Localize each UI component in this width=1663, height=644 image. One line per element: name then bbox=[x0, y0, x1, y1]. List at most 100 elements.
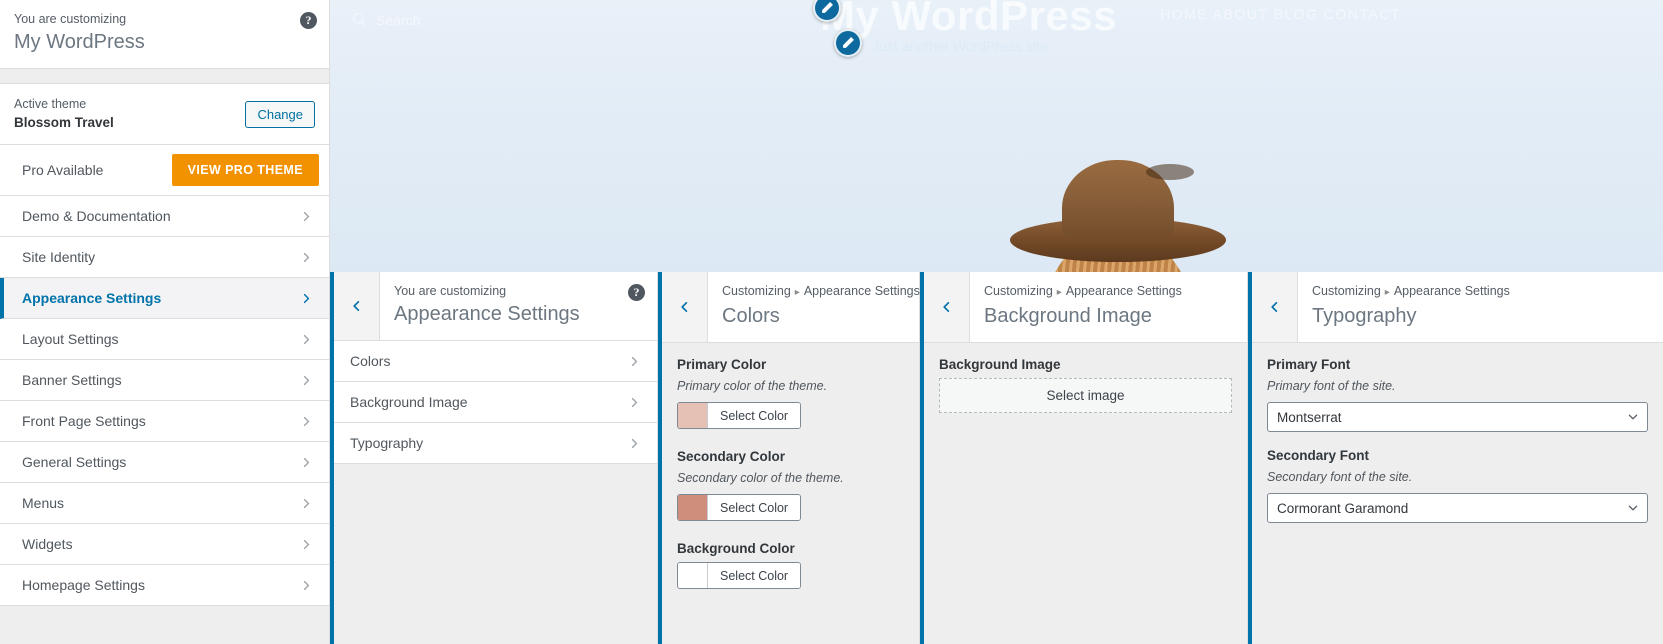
breadcrumb-separator-icon: ▸ bbox=[1384, 287, 1390, 298]
help-icon[interactable]: ? bbox=[300, 12, 317, 29]
background-image-control: Background Image Select image bbox=[939, 355, 1232, 413]
sidebar-item-label: Layout Settings bbox=[22, 331, 119, 347]
color-swatch bbox=[678, 403, 708, 428]
chevron-left-icon bbox=[942, 301, 949, 313]
font-control-secondary-font: Secondary Font Secondary font of the site… bbox=[1267, 446, 1648, 523]
color-control-description: Primary color of the theme. bbox=[677, 379, 828, 393]
sidebar-site-title: My WordPress bbox=[14, 31, 145, 53]
color-control-primary-color: Primary Color Primary color of the theme.… bbox=[677, 355, 904, 433]
panel-typography: Customizing ▸ Appearance Settings Typograp… bbox=[1248, 272, 1663, 644]
colors-control-list: Primary Color Primary color of the theme.… bbox=[662, 343, 919, 593]
color-picker[interactable]: Select Color bbox=[677, 494, 802, 521]
appearance-title: Appearance Settings bbox=[394, 303, 580, 325]
sidebar-item-label: Appearance Settings bbox=[22, 290, 162, 306]
font-control-label: Secondary Font bbox=[1267, 448, 1370, 463]
sidebar-item-label: Menus bbox=[22, 495, 65, 511]
breadcrumb: Customizing ▸ Appearance Settings bbox=[984, 282, 1182, 302]
preview-nav-menu[interactable]: HOME ABOUT BLOG CONTACT bbox=[1160, 6, 1401, 22]
sidebar-item-label: Banner Settings bbox=[22, 372, 122, 388]
sidebar-section-list: Demo & Documentation Site Identity Appeara… bbox=[0, 196, 329, 644]
sidebar-item-widgets[interactable]: Widgets bbox=[0, 524, 329, 565]
chevron-left-icon bbox=[352, 300, 359, 312]
select-color-button[interactable]: Select Color bbox=[708, 563, 801, 588]
appearance-item-typography[interactable]: Typography bbox=[334, 423, 657, 464]
change-theme-button[interactable]: Change bbox=[245, 100, 315, 128]
background-control-list: Background Image Select image bbox=[924, 343, 1247, 413]
sidebar-item-appearance-settings[interactable]: Appearance Settings bbox=[0, 278, 329, 319]
edit-shortcut-tagline[interactable] bbox=[834, 29, 862, 57]
colors-header-text: Customizing ▸ Appearance Settings Colors bbox=[708, 272, 934, 342]
appearance-header: ? You are customizing Appearance Setting… bbox=[334, 272, 657, 341]
chevron-right-icon bbox=[628, 437, 641, 450]
font-select[interactable]: Montserrat bbox=[1267, 402, 1648, 432]
back-button[interactable] bbox=[662, 272, 708, 342]
help-icon[interactable]: ? bbox=[628, 284, 645, 301]
panel-appearance-settings: ? You are customizing Appearance Setting… bbox=[330, 272, 658, 644]
chevron-right-icon bbox=[300, 456, 313, 469]
appearance-item-colors[interactable]: Colors bbox=[334, 341, 657, 382]
select-image-button[interactable]: Select image bbox=[939, 378, 1232, 413]
background-header-text: Customizing ▸ Appearance Settings Backgrou… bbox=[970, 272, 1196, 342]
sidebar-item-label: Widgets bbox=[22, 536, 73, 552]
chevron-right-icon bbox=[628, 355, 641, 368]
customizer-screen: Search My WordPress Just another WordPre… bbox=[0, 0, 1663, 644]
background-header: Customizing ▸ Appearance Settings Backgrou… bbox=[924, 272, 1247, 343]
breadcrumb-parent: Appearance Settings bbox=[1065, 284, 1182, 298]
background-title: Background Image bbox=[984, 305, 1152, 327]
preview-site-title: My WordPress bbox=[820, 0, 1117, 39]
preview-search-field[interactable]: Search bbox=[352, 12, 420, 28]
chevron-right-icon bbox=[300, 210, 313, 223]
chevron-down-icon bbox=[1627, 502, 1639, 514]
panel-colors: Customizing ▸ Appearance Settings Colors P… bbox=[658, 272, 920, 644]
color-swatch bbox=[678, 563, 708, 588]
back-button[interactable] bbox=[1252, 272, 1298, 342]
sidebar-item-front-page-settings[interactable]: Front Page Settings bbox=[0, 401, 329, 442]
sidebar-item-general-settings[interactable]: General Settings bbox=[0, 442, 329, 483]
typography-title: Typography bbox=[1312, 305, 1417, 327]
chevron-right-icon bbox=[300, 374, 313, 387]
appearance-item-label: Colors bbox=[350, 353, 391, 369]
color-control-label: Primary Color bbox=[677, 357, 767, 372]
sidebar-item-label: Site Identity bbox=[22, 249, 96, 265]
sidebar-item-layout-settings[interactable]: Layout Settings bbox=[0, 319, 329, 360]
font-select[interactable]: Cormorant Garamond bbox=[1267, 493, 1648, 523]
sidebar-item-site-identity[interactable]: Site Identity bbox=[0, 237, 329, 278]
pro-available-label: Pro Available bbox=[22, 162, 104, 178]
select-color-button[interactable]: Select Color bbox=[708, 495, 801, 520]
color-swatch bbox=[678, 495, 708, 520]
active-theme-info: Active theme Blossom Travel bbox=[14, 96, 114, 132]
chevron-right-icon bbox=[300, 292, 313, 305]
typography-body: Primary Font Primary font of the site. Mon… bbox=[1252, 343, 1663, 644]
sidebar-item-label: General Settings bbox=[22, 454, 127, 470]
typography-control-list: Primary Font Primary font of the site. Mon… bbox=[1252, 343, 1663, 523]
font-select-value: Cormorant Garamond bbox=[1277, 500, 1409, 516]
sidebar-item-banner-settings[interactable]: Banner Settings bbox=[0, 360, 329, 401]
color-picker[interactable]: Select Color bbox=[677, 402, 802, 429]
colors-header: Customizing ▸ Appearance Settings Colors bbox=[662, 272, 920, 343]
chevron-left-icon bbox=[680, 301, 687, 313]
appearance-item-label: Typography bbox=[350, 435, 424, 451]
color-control-description: Secondary color of the theme. bbox=[677, 471, 844, 485]
pencil-icon bbox=[822, 2, 833, 13]
sidebar-item-homepage-settings[interactable]: Homepage Settings bbox=[0, 565, 329, 606]
font-control-description: Primary font of the site. bbox=[1267, 379, 1396, 393]
sidebar-item-label: Front Page Settings bbox=[22, 413, 146, 429]
sidebar-header: ? You are customizing My WordPress bbox=[0, 0, 329, 69]
view-pro-theme-button[interactable]: VIEW PRO THEME bbox=[171, 154, 319, 186]
appearance-item-label: Background Image bbox=[350, 394, 468, 410]
sidebar-item-demo-documentation[interactable]: Demo & Documentation bbox=[0, 196, 329, 237]
breadcrumb-root: Customizing bbox=[984, 284, 1053, 298]
color-control-secondary-color: Secondary Color Secondary color of the th… bbox=[677, 447, 904, 525]
appearance-eyebrow: You are customizing bbox=[394, 284, 507, 298]
chevron-down-icon bbox=[1627, 411, 1639, 423]
breadcrumb-root: Customizing bbox=[722, 284, 791, 298]
select-color-button[interactable]: Select Color bbox=[708, 403, 801, 428]
typography-header: Customizing ▸ Appearance Settings Typograp… bbox=[1252, 272, 1663, 343]
back-button[interactable] bbox=[334, 272, 380, 340]
pencil-icon bbox=[843, 37, 854, 48]
sidebar-item-menus[interactable]: Menus bbox=[0, 483, 329, 524]
preview-site-tagline: Just another WordPress site bbox=[872, 38, 1048, 54]
color-picker[interactable]: Select Color bbox=[677, 562, 802, 589]
colors-title: Colors bbox=[722, 305, 780, 327]
appearance-item-background-image[interactable]: Background Image bbox=[334, 382, 657, 423]
